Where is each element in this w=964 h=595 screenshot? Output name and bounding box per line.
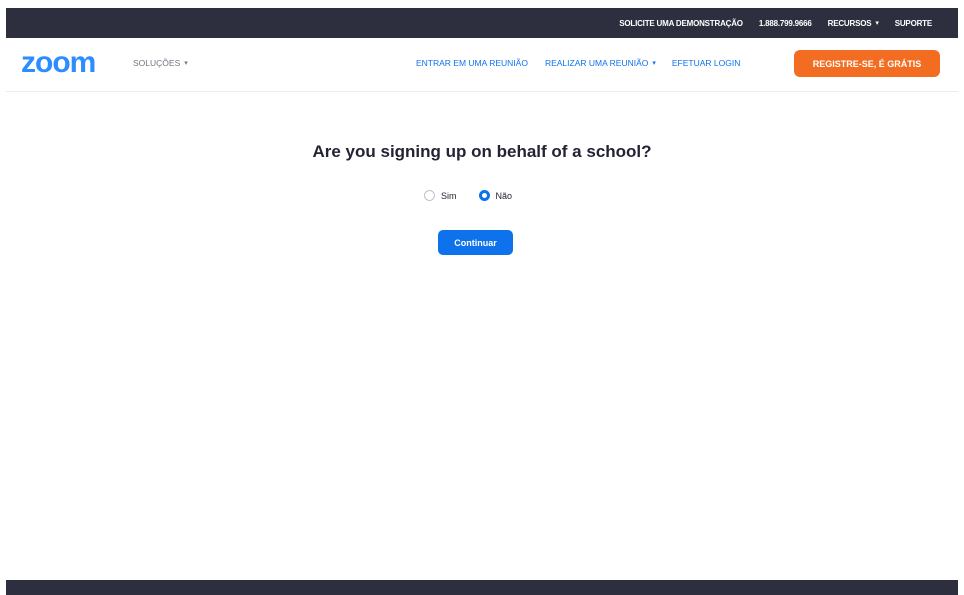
sign-in-label: EFETUAR LOGIN: [671, 58, 741, 68]
join-meeting-link[interactable]: ENTRAR EM UMA REUNIÃO: [416, 58, 528, 68]
top-utility-bar: SOLICITE UMA DEMONSTRAÇÃO 1.888.799.9666…: [6, 8, 958, 38]
school-radio-group: Sim Não: [424, 190, 512, 201]
chevron-down-icon: ▾: [875, 20, 879, 27]
radio-button-nao[interactable]: [478, 190, 490, 201]
continue-button[interactable]: Continuar: [438, 230, 513, 255]
sign-up-button[interactable]: REGISTRE-SE, É GRÁTIS: [794, 50, 940, 77]
radio-button-sim[interactable]: [424, 190, 435, 201]
browser-page: SOLICITE UMA DEMONSTRAÇÃO 1.888.799.9666…: [6, 8, 958, 595]
support-label: SUPORTE: [894, 18, 932, 28]
footer-bar: [6, 580, 958, 595]
page-question: Are you signing up on behalf of a school…: [312, 142, 652, 161]
radio-label-sim: Sim: [441, 190, 457, 201]
radio-option-sim[interactable]: Sim: [424, 190, 457, 201]
phone-number-label: 1.888.799.9666: [758, 18, 812, 28]
phone-number-link[interactable]: 1.888.799.9666: [759, 19, 812, 28]
resources-menu[interactable]: RECURSOS ▾: [828, 19, 879, 28]
join-meeting-label: ENTRAR EM UMA REUNIÃO: [416, 58, 528, 68]
zoom-logo[interactable]: zoom: [21, 48, 96, 78]
request-demo-link[interactable]: SOLICITE UMA DEMONSTRAÇÃO: [619, 19, 743, 28]
radio-option-nao[interactable]: Não: [478, 190, 513, 201]
request-demo-label: SOLICITE UMA DEMONSTRAÇÃO: [619, 18, 743, 28]
solutions-label: SOLUÇÕES: [133, 58, 181, 68]
solutions-menu[interactable]: SOLUÇÕES ▾: [133, 58, 188, 68]
chevron-down-icon: ▾: [652, 60, 656, 67]
chevron-down-icon: ▾: [184, 60, 188, 67]
main-navbar: zoom SOLUÇÕES ▾ ENTRAR EM UMA REUNIÃO REA…: [6, 38, 958, 92]
sign-in-link[interactable]: EFETUAR LOGIN: [672, 58, 740, 68]
resources-label: RECURSOS: [827, 18, 872, 28]
host-meeting-label: REALIZAR UMA REUNIÃO: [544, 58, 649, 68]
support-link[interactable]: SUPORTE: [895, 19, 932, 28]
nav-links: ENTRAR EM UMA REUNIÃO REALIZAR UMA REUNI…: [416, 58, 740, 68]
host-meeting-menu[interactable]: REALIZAR UMA REUNIÃO ▾: [545, 58, 656, 68]
radio-label-nao: Não: [495, 190, 513, 201]
